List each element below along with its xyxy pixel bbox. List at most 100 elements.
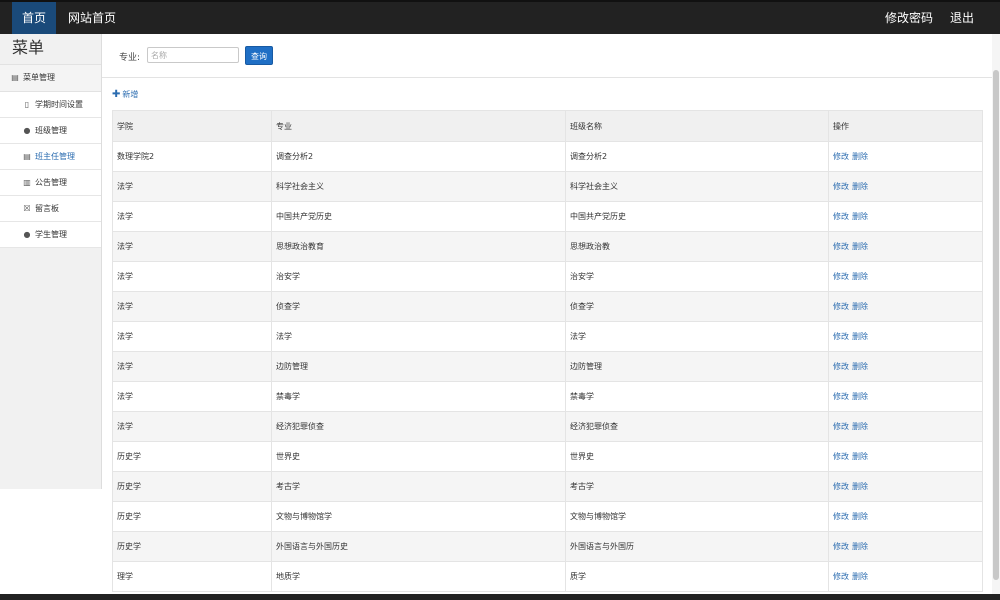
table-row: 理学 地质学 质学 修改 删除 xyxy=(112,561,983,592)
delete-link[interactable]: 删除 xyxy=(852,152,868,161)
edit-link[interactable]: 修改 xyxy=(833,572,849,581)
sidebar-item-label: 公告管理 xyxy=(35,178,67,187)
bottom-bar xyxy=(0,594,1000,600)
scrollbar-thumb[interactable] xyxy=(993,70,999,580)
delete-link[interactable]: 删除 xyxy=(852,572,868,581)
sidebar-item-label: 学生管理 xyxy=(35,230,67,239)
edit-link[interactable]: 修改 xyxy=(833,452,849,461)
sidebar-item-announcement-management[interactable]: ▥ 公告管理 xyxy=(0,170,101,196)
delete-link[interactable]: 删除 xyxy=(852,452,868,461)
column-header-college: 学院 xyxy=(112,110,272,142)
table-row: 法学 禁毒学 禁毒学 修改 删除 xyxy=(112,381,983,412)
cell-major: 中国共产党历史 xyxy=(271,201,566,232)
edit-link[interactable]: 修改 xyxy=(833,152,849,161)
edit-link[interactable]: 修改 xyxy=(833,302,849,311)
sidebar-item-message-board[interactable]: ☒ 留言板 xyxy=(0,196,101,222)
edit-link[interactable]: 修改 xyxy=(833,392,849,401)
cell-actions: 修改 删除 xyxy=(828,501,983,532)
cell-class-name: 侦查学 xyxy=(565,291,829,322)
edit-link[interactable]: 修改 xyxy=(833,542,849,551)
search-button[interactable]: 查询 xyxy=(245,46,273,65)
cell-college: 法学 xyxy=(112,201,272,232)
edit-link[interactable]: 修改 xyxy=(833,362,849,371)
cell-major: 经济犯罪侦查 xyxy=(271,411,566,442)
edit-link[interactable]: 修改 xyxy=(833,482,849,491)
cell-college: 法学 xyxy=(112,351,272,382)
nav-site-home-link[interactable]: 网站首页 xyxy=(60,2,124,34)
cell-actions: 修改 删除 xyxy=(828,561,983,592)
table-row: 法学 思想政治教育 思想政治教 修改 删除 xyxy=(112,231,983,262)
cell-class-name: 禁毒学 xyxy=(565,381,829,412)
delete-link[interactable]: 删除 xyxy=(852,512,868,521)
delete-link[interactable]: 删除 xyxy=(852,302,868,311)
sidebar-title: 菜单 xyxy=(0,34,101,65)
delete-link[interactable]: 删除 xyxy=(852,392,868,401)
cell-actions: 修改 删除 xyxy=(828,321,983,352)
delete-link[interactable]: 删除 xyxy=(852,242,868,251)
cell-class-name: 治安学 xyxy=(565,261,829,292)
table-row: 数理学院2 调查分析2 调查分析2 修改 删除 xyxy=(112,141,983,172)
delete-link[interactable]: 删除 xyxy=(852,422,868,431)
sidebar-item-label: 留言板 xyxy=(35,204,59,213)
column-header-class-name: 班级名称 xyxy=(565,110,829,142)
top-navbar: 首页 网站首页 修改密码 退出 xyxy=(0,0,1000,34)
cell-major: 治安学 xyxy=(271,261,566,292)
cell-major: 地质学 xyxy=(271,561,566,592)
delete-link[interactable]: 删除 xyxy=(852,182,868,191)
edit-link[interactable]: 修改 xyxy=(833,332,849,341)
table-row: 法学 科学社会主义 科学社会主义 修改 删除 xyxy=(112,171,983,202)
delete-link[interactable]: 删除 xyxy=(852,542,868,551)
edit-link[interactable]: 修改 xyxy=(833,422,849,431)
cell-college: 历史学 xyxy=(112,441,272,472)
cell-college: 法学 xyxy=(112,171,272,202)
cell-major: 科学社会主义 xyxy=(271,171,566,202)
cell-college: 法学 xyxy=(112,231,272,262)
delete-link[interactable]: 删除 xyxy=(852,362,868,371)
edit-link[interactable]: 修改 xyxy=(833,272,849,281)
major-search-input[interactable] xyxy=(147,47,239,63)
cell-class-name: 世界史 xyxy=(565,441,829,472)
table-row: 法学 中国共产党历史 中国共产党历史 修改 删除 xyxy=(112,201,983,232)
edit-link[interactable]: 修改 xyxy=(833,212,849,221)
add-button-label: 新增 xyxy=(122,90,139,99)
delete-link[interactable]: 删除 xyxy=(852,272,868,281)
scrollbar[interactable] xyxy=(992,34,1000,594)
logout-link[interactable]: 退出 xyxy=(944,2,980,34)
cell-class-name: 中国共产党历史 xyxy=(565,201,829,232)
change-password-link[interactable]: 修改密码 xyxy=(880,2,938,34)
cell-major: 世界史 xyxy=(271,441,566,472)
edit-link[interactable]: 修改 xyxy=(833,242,849,251)
cell-actions: 修改 删除 xyxy=(828,441,983,472)
sidebar-group-label: 菜单管理 xyxy=(23,73,55,82)
cell-class-name: 文物与博物馆学 xyxy=(565,501,829,532)
cell-college: 数理学院2 xyxy=(112,141,272,172)
nav-home-link[interactable]: 首页 xyxy=(12,2,56,34)
cell-actions: 修改 删除 xyxy=(828,141,983,172)
delete-link[interactable]: 删除 xyxy=(852,212,868,221)
cell-class-name: 科学社会主义 xyxy=(565,171,829,202)
cell-class-name: 经济犯罪侦查 xyxy=(565,411,829,442)
column-header-actions: 操作 xyxy=(828,110,983,142)
list-icon: ▤ xyxy=(23,152,31,161)
list-icon: ▤ xyxy=(11,73,19,82)
file-icon: ▯ xyxy=(24,100,30,109)
search-label: 专业: xyxy=(119,53,141,63)
search-bar: 专业: 查询 xyxy=(102,34,992,78)
add-button[interactable]: ✚ 新增 xyxy=(112,89,138,100)
edit-link[interactable]: 修改 xyxy=(833,512,849,521)
sidebar-item-label: 班主任管理 xyxy=(35,152,75,161)
sidebar-group-menu-management[interactable]: ▤ 菜单管理 xyxy=(0,65,101,92)
cell-college: 法学 xyxy=(112,321,272,352)
sidebar-item-semester-time[interactable]: ▯ 学期时间设置 xyxy=(0,92,101,118)
delete-link[interactable]: 删除 xyxy=(852,332,868,341)
table-row: 法学 边防管理 边防管理 修改 删除 xyxy=(112,351,983,382)
sidebar-item-class-management[interactable]: ● 班级管理 xyxy=(0,118,101,144)
cell-actions: 修改 删除 xyxy=(828,201,983,232)
edit-link[interactable]: 修改 xyxy=(833,182,849,191)
sidebar-item-student-management[interactable]: ● 学生管理 xyxy=(0,222,101,248)
sidebar-item-head-teacher-management[interactable]: ▤ 班主任管理 xyxy=(0,144,101,170)
table-header-row: 学院 专业 班级名称 操作 xyxy=(112,110,983,142)
cell-college: 历史学 xyxy=(112,531,272,562)
delete-link[interactable]: 删除 xyxy=(852,482,868,491)
cell-actions: 修改 删除 xyxy=(828,531,983,562)
